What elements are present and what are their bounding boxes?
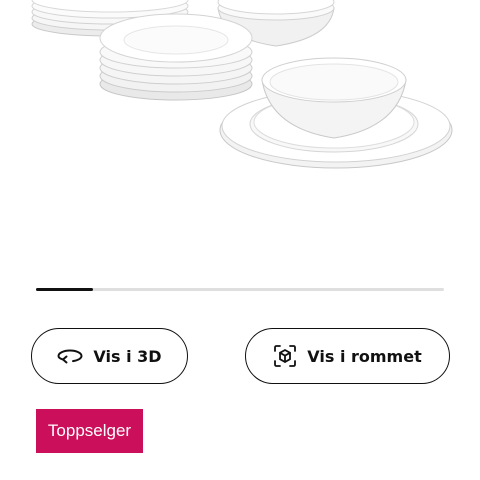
plate-and-bowl-front-right <box>219 57 453 169</box>
view-in-room-button[interactable]: Vis i rommet <box>245 328 450 384</box>
gallery-progress-fill <box>36 288 94 291</box>
view-3d-label: Vis i 3D <box>93 346 162 366</box>
ar-cube-icon <box>273 344 297 368</box>
rotate-3d-icon <box>57 347 83 365</box>
product-page: Vis i 3D Vis i rommet Toppselger <box>0 0 480 480</box>
view-3d-button[interactable]: Vis i 3D <box>31 328 188 384</box>
gallery-progress-track[interactable] <box>36 288 444 291</box>
view-in-room-label: Vis i rommet <box>307 346 422 366</box>
bestseller-badge-label: Toppselger <box>47 421 132 440</box>
product-image[interactable] <box>0 0 480 190</box>
bestseller-badge: Toppselger <box>36 409 143 453</box>
plate-stack-middle <box>99 13 253 101</box>
